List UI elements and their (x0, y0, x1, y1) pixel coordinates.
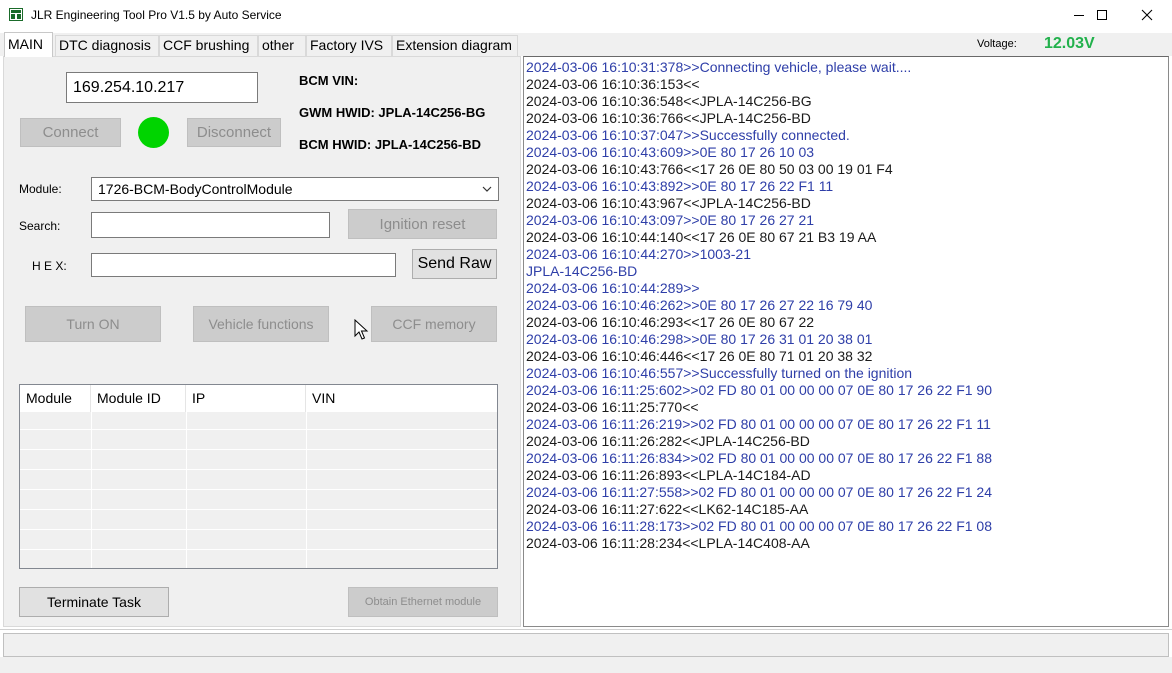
column-header-vin[interactable]: VIN (306, 385, 497, 412)
divider (0, 629, 1172, 630)
column-header-module[interactable]: Module (20, 385, 91, 412)
gwm-hwid-label: GWM HWID: JPLA-14C256-BG (299, 105, 486, 120)
voltage-label: Voltage: (977, 38, 1017, 50)
close-button[interactable] (1124, 0, 1170, 30)
status-bar (3, 633, 1169, 657)
tab-dtc-diagnosis[interactable]: DTC diagnosis (55, 35, 159, 56)
log-line: 2024-03-06 16:11:26:219>>02 FD 80 01 00 … (526, 416, 991, 432)
log-line: 2024-03-06 16:10:36:548<<JPLA-14C256-BG (526, 93, 812, 109)
chevron-down-icon (482, 186, 492, 192)
send-raw-button[interactable]: Send Raw (412, 249, 497, 279)
log-line: 2024-03-06 16:10:36:766<<JPLA-14C256-BD (526, 110, 811, 126)
log-line: 2024-03-06 16:10:36:153<< (526, 76, 700, 92)
log-line: 2024-03-06 16:10:43:609>>0E 80 17 26 10 … (526, 144, 815, 160)
hex-label: H E X: (32, 259, 67, 273)
log-line: 2024-03-06 16:10:46:262>>0E 80 17 26 27 … (526, 297, 873, 313)
tab-ccf-brushing[interactable]: CCF brushing (159, 35, 258, 56)
app-logo-icon (9, 8, 23, 21)
log-line: 2024-03-06 16:11:26:893<<LPLA-14C184-AD (526, 467, 811, 483)
vehicle-functions-button[interactable]: Vehicle functions (193, 306, 329, 342)
bottom-strip (0, 657, 1172, 673)
module-select-value: 1726-BCM-BodyControlModule (98, 181, 293, 197)
log-line: 2024-03-06 16:10:43:766<<17 26 0E 80 50 … (526, 161, 893, 177)
connect-button[interactable]: Connect (20, 118, 121, 147)
log-line: 2024-03-06 16:10:44:289>> (526, 280, 700, 296)
log-line: 2024-03-06 16:10:46:298>>0E 80 17 26 31 … (526, 331, 873, 347)
disconnect-button[interactable]: Disconnect (187, 118, 281, 147)
close-icon (1141, 9, 1153, 21)
log-line: 2024-03-06 16:10:43:967<<JPLA-14C256-BD (526, 195, 811, 211)
connection-status-indicator (138, 117, 169, 148)
hex-input[interactable] (91, 253, 396, 277)
search-input[interactable] (91, 212, 330, 238)
log-line: 2024-03-06 16:11:26:834>>02 FD 80 01 00 … (526, 450, 993, 466)
log-line: 2024-03-06 16:10:43:097>>0E 80 17 26 27 … (526, 212, 815, 228)
communication-log[interactable]: 2024-03-06 16:10:31:378>>Connecting vehi… (523, 56, 1169, 627)
log-line: 2024-03-06 16:10:46:446<<17 26 0E 80 71 … (526, 348, 873, 364)
tab-factory-ivs[interactable]: Factory IVS (306, 35, 392, 56)
module-label: Module: (19, 182, 62, 196)
voltage-value: 12.03V (1044, 35, 1095, 52)
log-line: 2024-03-06 16:10:37:047>>Successfully co… (526, 127, 850, 143)
maximize-button[interactable] (1079, 0, 1125, 30)
log-line: 2024-03-06 16:11:28:173>>02 FD 80 01 00 … (526, 518, 993, 534)
terminate-task-button[interactable]: Terminate Task (19, 587, 169, 617)
tab-extension-diagram[interactable]: Extension diagram (392, 35, 518, 56)
log-line: 2024-03-06 16:10:31:378>>Connecting vehi… (526, 59, 912, 75)
log-line: 2024-03-06 16:11:27:622<<LK62-14C185-AA (526, 501, 809, 517)
table-gridline (306, 412, 307, 568)
log-line: 2024-03-06 16:10:44:270>>1003-21 (526, 246, 751, 262)
log-line: 2024-03-06 16:11:25:602>>02 FD 80 01 00 … (526, 382, 993, 398)
bcm-hwid-label: BCM HWID: JPLA-14C256-BD (299, 137, 482, 152)
module-select[interactable]: 1726-BCM-BodyControlModule (91, 177, 499, 201)
log-line: 2024-03-06 16:10:46:557>>Successfully tu… (526, 365, 913, 381)
ignition-reset-button[interactable]: Ignition reset (348, 209, 497, 239)
table-gridline (186, 412, 187, 568)
log-line: 2024-03-06 16:11:26:282<<JPLA-14C256-BD (526, 433, 810, 449)
maximize-icon (1097, 10, 1107, 20)
mouse-pointer-icon (354, 319, 369, 340)
turn-on-button[interactable]: Turn ON (25, 306, 161, 342)
obtain-ethernet-module-button[interactable]: Obtain Ethernet module (348, 587, 498, 617)
log-line: 2024-03-06 16:11:28:234<<LPLA-14C408-AA (526, 535, 810, 551)
search-label: Search: (19, 219, 61, 233)
tab-other[interactable]: other (258, 35, 306, 56)
log-line: 2024-03-06 16:10:46:293<<17 26 0E 80 67 … (526, 314, 815, 330)
column-header-ip[interactable]: IP (186, 385, 306, 412)
log-line: 2024-03-06 16:11:25:770<< (526, 399, 699, 415)
log-line: 2024-03-06 16:10:44:140<<17 26 0E 80 67 … (526, 229, 877, 245)
log-line: 2024-03-06 16:10:43:892>>0E 80 17 26 22 … (526, 178, 834, 194)
tab-main[interactable]: MAIN (4, 32, 53, 57)
device-table[interactable]: Module Module ID IP VIN (19, 384, 498, 569)
table-gridline (91, 412, 92, 568)
log-line: 2024-03-06 16:11:27:558>>02 FD 80 01 00 … (526, 484, 993, 500)
window-title: JLR Engineering Tool Pro V1.5 by Auto Se… (31, 8, 282, 22)
ccf-memory-button[interactable]: CCF memory (371, 306, 497, 342)
column-header-module-id[interactable]: Module ID (91, 385, 186, 412)
log-line: JPLA-14C256-BD (526, 263, 638, 279)
ip-address-input[interactable]: 169.254.10.217 (66, 72, 258, 103)
bcm-vin-label: BCM VIN: (299, 73, 359, 88)
